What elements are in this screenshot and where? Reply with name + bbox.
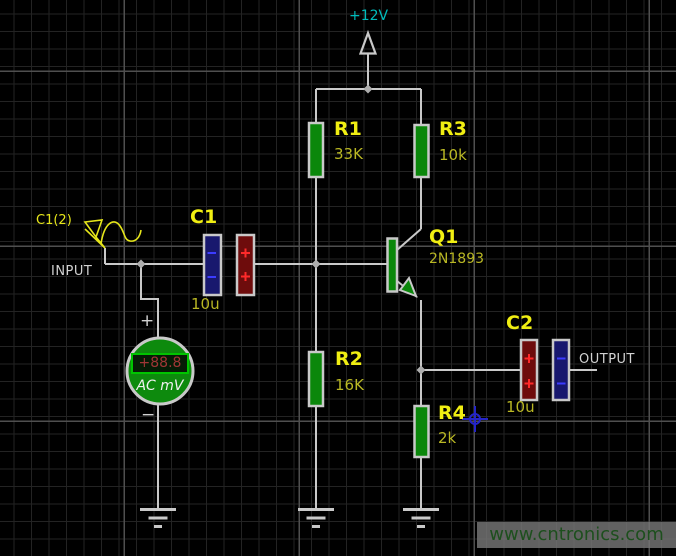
cursor-crosshair-icon	[462, 406, 488, 432]
q1-value-label[interactable]: 2N1893	[429, 252, 484, 267]
watermark: www.cntronics.com	[477, 522, 676, 548]
power-terminal-12v[interactable]	[361, 33, 376, 54]
ground-symbol[interactable]	[298, 510, 334, 527]
probe-label[interactable]: C1(2)	[36, 214, 72, 228]
r1-value-label[interactable]: 33K	[334, 146, 363, 163]
r3-value-label[interactable]: 10k	[439, 147, 467, 164]
c1-value-label[interactable]: 10u	[191, 296, 220, 313]
resistor-r2[interactable]	[309, 352, 323, 406]
meter-reading: +88.8	[131, 353, 189, 374]
c2-value-label[interactable]: 10u	[506, 399, 535, 416]
c2-ref-label[interactable]: C2	[506, 313, 533, 334]
r2-value-label[interactable]: 16K	[335, 377, 364, 394]
r1-ref-label[interactable]: R1	[334, 119, 362, 140]
capacitor-c1[interactable]	[204, 235, 254, 295]
meter-minus-terminal: −	[141, 406, 155, 425]
c1-ref-label[interactable]: C1	[190, 207, 217, 228]
r2-ref-label[interactable]: R2	[335, 349, 363, 370]
sine-wave-icon	[101, 222, 141, 244]
power-label[interactable]: +12V	[349, 9, 388, 24]
r4-value-label[interactable]: 2k	[438, 430, 456, 447]
transistor-q1[interactable]	[388, 229, 422, 297]
junction-dots	[137, 85, 426, 375]
ground-symbol[interactable]	[403, 510, 439, 527]
meter-plus-terminal: +	[140, 312, 154, 331]
input-port-label[interactable]: INPUT	[51, 265, 92, 279]
voltage-probe[interactable]	[85, 220, 141, 248]
capacitor-c2[interactable]	[521, 340, 569, 400]
r3-ref-label[interactable]: R3	[439, 119, 467, 140]
r4-ref-label[interactable]: R4	[438, 403, 466, 424]
output-port-label[interactable]: OUTPUT	[579, 353, 635, 367]
ground-symbol[interactable]	[140, 510, 176, 527]
wire-input[interactable]	[105, 248, 204, 264]
resistor-r3[interactable]	[415, 125, 429, 177]
resistor-r4[interactable]	[415, 406, 429, 457]
schematic-drawing	[0, 0, 676, 556]
q1-ref-label[interactable]: Q1	[429, 227, 458, 248]
resistor-r1[interactable]	[309, 123, 323, 177]
schematic-canvas[interactable]: +12V C1(2) INPUT OUTPUT R1 33K R3 10k R2…	[0, 0, 676, 556]
meter-mode-label: AC mV	[126, 378, 194, 394]
